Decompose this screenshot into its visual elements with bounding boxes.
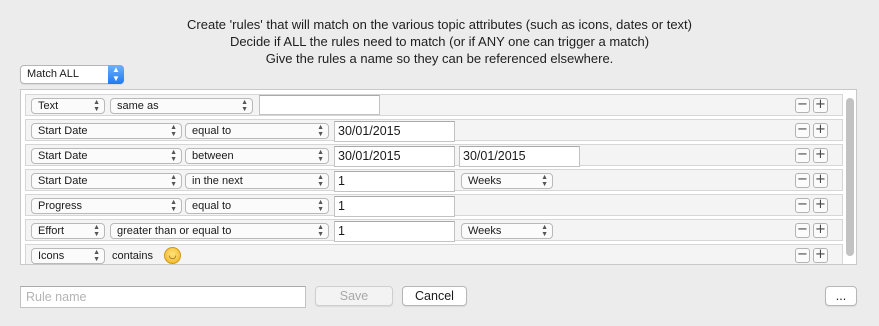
operator-select[interactable]: equal to ▲ ▼ [185, 198, 329, 214]
number-value-field[interactable]: 1 [334, 196, 455, 217]
operator-select-label: in the next [192, 175, 243, 187]
attribute-select-label: Start Date [38, 150, 88, 162]
select-arrows-icon: ▲ ▼ [317, 224, 324, 238]
attribute-select[interactable]: Start Date ▲ ▼ [31, 123, 182, 139]
select-arrows-icon: ▲ ▼ [541, 174, 548, 188]
add-rule-button[interactable]: + [813, 173, 828, 188]
start-date-field[interactable]: 30/01/2015 [334, 146, 455, 167]
cancel-button[interactable]: Cancel [402, 286, 467, 306]
rules-list: Text ▲ ▼ same as ▲ ▼ − + Start Date ▲ ▼ equ… [20, 89, 857, 265]
attribute-select[interactable]: Start Date ▲ ▼ [31, 173, 182, 189]
select-arrows-icon: ▲ ▼ [170, 124, 177, 138]
attribute-select-label: Start Date [38, 175, 88, 187]
operator-select-label: between [192, 150, 234, 162]
remove-rule-button[interactable]: − [795, 148, 810, 163]
more-options-button[interactable]: ... [825, 286, 857, 306]
operator-select[interactable]: greater than or equal to ▲ ▼ [110, 223, 329, 239]
select-arrows-icon: ▲ ▼ [317, 199, 324, 213]
rule-row: Progress ▲ ▼ equal to ▲ ▼ 1 − + [25, 194, 843, 217]
smiley-icon[interactable]: ◡ [164, 247, 181, 264]
attribute-select-label: Progress [38, 200, 83, 212]
rule-row: Start Date ▲ ▼ between ▲ ▼ 30/01/2015 30/0… [25, 144, 843, 167]
select-arrows-icon: ▲ ▼ [93, 249, 100, 263]
scrollbar-thumb[interactable] [846, 98, 854, 256]
rule-row: Text ▲ ▼ same as ▲ ▼ − + [25, 94, 843, 116]
operator-select[interactable]: between ▲ ▼ [185, 148, 329, 164]
select-arrows-icon: ▲ ▼ [170, 199, 177, 213]
date-value-field[interactable]: 30/01/2015 [334, 121, 455, 142]
select-arrows-icon: ▲ ▼ [241, 99, 248, 113]
attribute-select-label: Start Date [38, 125, 88, 137]
save-button[interactable]: Save [315, 286, 393, 306]
unit-select[interactable]: Weeks ▲ ▼ [461, 173, 553, 189]
rule-row: Start Date ▲ ▼ equal to ▲ ▼ 30/01/2015 − + [25, 119, 843, 142]
unit-select-label: Weeks [468, 225, 502, 237]
select-arrows-icon: ▲ ▼ [317, 149, 324, 163]
add-rule-button[interactable]: + [813, 223, 828, 238]
remove-rule-button[interactable]: − [795, 198, 810, 213]
operator-select-label: greater than or equal to [117, 225, 232, 237]
rule-row: Icons ▲ ▼ contains ◡ − + [25, 244, 843, 264]
rule-name-placeholder: Rule name [26, 290, 87, 304]
end-date-field[interactable]: 30/01/2015 [459, 146, 580, 167]
select-arrows-icon: ▲ ▼ [541, 224, 548, 238]
popup-arrows-icon: ▲ ▼ [108, 65, 124, 84]
operator-label: contains [112, 250, 153, 262]
operator-select[interactable]: equal to ▲ ▼ [185, 123, 329, 139]
operator-select[interactable]: same as ▲ ▼ [110, 98, 253, 114]
attribute-select[interactable]: Progress ▲ ▼ [31, 198, 182, 214]
rule-row: Effort ▲ ▼ greater than or equal to ▲ ▼ 1 … [25, 219, 843, 242]
remove-rule-button[interactable]: − [795, 123, 810, 138]
select-arrows-icon: ▲ ▼ [170, 174, 177, 188]
attribute-select-label: Icons [38, 250, 65, 262]
operator-select-label: equal to [192, 200, 232, 212]
add-rule-button[interactable]: + [813, 248, 828, 263]
operator-select-label: same as [117, 100, 159, 112]
attribute-select[interactable]: Effort ▲ ▼ [31, 223, 105, 239]
attribute-select-label: Effort [38, 225, 65, 237]
remove-rule-button[interactable]: − [795, 248, 810, 263]
instruction-line-2: Decide if ALL the rules need to match (o… [229, 34, 650, 49]
select-arrows-icon: ▲ ▼ [317, 124, 324, 138]
unit-select-label: Weeks [468, 175, 502, 187]
add-rule-button[interactable]: + [813, 123, 828, 138]
unit-select[interactable]: Weeks ▲ ▼ [461, 223, 553, 239]
instructions: Create 'rules' that will match on the va… [0, 16, 879, 67]
operator-select[interactable]: in the next ▲ ▼ [185, 173, 329, 189]
operator-select-label: equal to [192, 125, 232, 137]
number-value-field[interactable]: 1 [334, 221, 455, 242]
attribute-select[interactable]: Start Date ▲ ▼ [31, 148, 182, 164]
attribute-select-label: Text [38, 100, 59, 112]
rule-name-field[interactable]: Rule name [20, 286, 306, 308]
add-rule-button[interactable]: + [813, 148, 828, 163]
attribute-select[interactable]: Text ▲ ▼ [31, 98, 105, 114]
attribute-select[interactable]: Icons ▲ ▼ [31, 248, 105, 264]
add-rule-button[interactable]: + [813, 98, 828, 113]
text-value-field[interactable] [259, 95, 380, 115]
instruction-line-3: Give the rules a name so they can be ref… [265, 51, 614, 66]
instruction-line-1: Create 'rules' that will match on the va… [187, 17, 692, 32]
remove-rule-button[interactable]: − [795, 98, 810, 113]
remove-rule-button[interactable]: − [795, 223, 810, 238]
rule-row: Start Date ▲ ▼ in the next ▲ ▼ 1 Weeks ▲ ▼ … [25, 169, 843, 192]
select-arrows-icon: ▲ ▼ [317, 174, 324, 188]
match-mode-popup[interactable]: Match ALL ▲ ▼ [20, 65, 124, 84]
add-rule-button[interactable]: + [813, 198, 828, 213]
match-mode-label: Match ALL [27, 68, 79, 80]
remove-rule-button[interactable]: − [795, 173, 810, 188]
select-arrows-icon: ▲ ▼ [170, 149, 177, 163]
number-value-field[interactable]: 1 [334, 171, 455, 192]
select-arrows-icon: ▲ ▼ [93, 224, 100, 238]
select-arrows-icon: ▲ ▼ [93, 99, 100, 113]
